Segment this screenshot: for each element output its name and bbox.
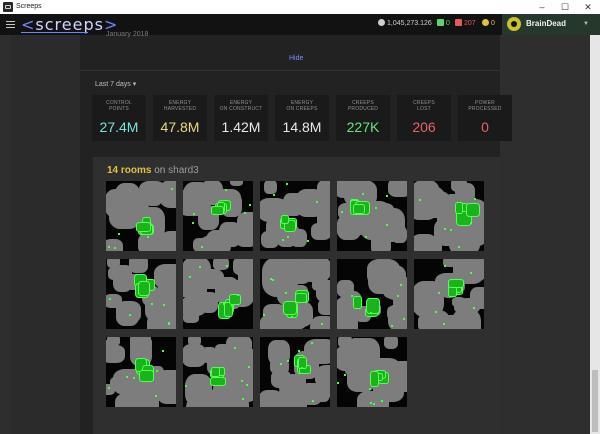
stat-card-value: 206 (412, 119, 436, 135)
rooms-title: 14 rooms on shard3 (107, 165, 199, 176)
stat-card-label-line: POINTS (109, 106, 129, 112)
avatar (507, 17, 521, 31)
stat-card: ENERGY ON CREEPS 14.8M (275, 95, 329, 141)
stat-card-value: 0 (481, 119, 489, 135)
user-menu[interactable]: BrainDead ▼ (502, 14, 600, 35)
room-thumbnail[interactable] (337, 337, 407, 407)
rooms-count: 14 rooms (107, 165, 152, 176)
room-thumbnail[interactable] (106, 259, 176, 329)
stat-card-label: CREEPS LOST (397, 100, 451, 112)
stat-card: POWER PROCESSED 0 (458, 95, 512, 141)
stat-card-value: 27.4M (99, 119, 139, 135)
cpu-icon (437, 19, 444, 26)
stat-card-label-line: LOST (417, 106, 431, 112)
stat-card: CREEPS LOST 206 (397, 95, 451, 141)
stat-card-label-line: ON CREEPS (286, 106, 318, 112)
room-thumbnail[interactable] (183, 181, 253, 251)
gcl-stat[interactable]: 0 (482, 19, 495, 29)
stat-card-label: ENERGY ON CREEPS (275, 100, 329, 112)
stat-card-value: 47.8M (160, 119, 200, 135)
stat-card: ENERGY HARVESTED 47.8M (153, 95, 207, 141)
stat-card: CREEPS PRODUCED 227K (336, 95, 390, 141)
room-thumbnail[interactable] (260, 181, 330, 251)
hide-link[interactable]: Hide (289, 55, 303, 62)
stat-card: ENERGY ON CONSTRUCT 1.42M (214, 95, 268, 141)
stat-card-label: POWER PROCESSED (458, 100, 512, 112)
scrollbar[interactable] (590, 35, 600, 434)
menu-icon[interactable] (6, 21, 15, 28)
chevron-down-icon: ▼ (583, 21, 589, 27)
stat-card-value: 1.42M (221, 119, 261, 135)
right-gutter (500, 35, 590, 434)
rooms-on-label: on (151, 165, 169, 176)
divider (80, 70, 500, 71)
room-thumbnail[interactable] (183, 259, 253, 329)
date-label: January 2018 (106, 31, 149, 38)
bucket-icon (455, 19, 462, 26)
bucket-stat[interactable]: 207 (455, 19, 476, 29)
time-range-dropdown[interactable]: Last 7 days ▾ (95, 80, 136, 88)
window-titlebar: Screeps – ☐ ✕ (0, 0, 600, 15)
app-icon (3, 2, 13, 12)
room-thumbnail[interactable] (337, 181, 407, 251)
window-title: Screeps (16, 3, 42, 10)
room-thumbnail[interactable] (337, 259, 407, 329)
maximize-button[interactable]: ☐ (554, 0, 576, 14)
room-thumbnail[interactable] (106, 181, 176, 251)
gcl-icon (482, 19, 489, 26)
username: BrainDead (526, 19, 567, 28)
stat-card-label-line: PROCESSED (468, 106, 502, 112)
stat-card-label: ENERGY ON CONSTRUCT (214, 100, 268, 112)
room-thumbnail[interactable] (260, 337, 330, 407)
scrollbar-thumb[interactable] (592, 370, 598, 432)
room-thumbnail[interactable] (414, 259, 484, 329)
stat-card-label: CREEPS PRODUCED (336, 100, 390, 112)
stat-card-label-line: PRODUCED (347, 106, 379, 112)
gcl-value: 0 (491, 20, 495, 27)
stat-card: CONTROL POINTS 27.4M (92, 95, 146, 141)
room-thumbnail[interactable] (260, 259, 330, 329)
bucket-value: 207 (464, 20, 476, 27)
stat-card-label-line: ON CONSTRUCT (219, 106, 263, 112)
stat-card-value: 14.8M (282, 119, 322, 135)
screeps-logo[interactable]: <screeps> (21, 15, 118, 34)
room-thumbnail[interactable] (183, 337, 253, 407)
credits-icon (378, 19, 385, 26)
room-thumbnail[interactable] (106, 337, 176, 407)
stat-card-label-line: HARVESTED (163, 106, 197, 112)
room-thumbnail[interactable] (414, 181, 484, 251)
cpu-value: 0 (446, 20, 450, 27)
overview-content: January 2018 Hide Last 7 days ▾ CONTROL P… (80, 31, 512, 434)
credits-value: 1,045,273.126 (387, 20, 432, 27)
shard-name: shard3 (168, 165, 199, 176)
stat-card-label: ENERGY HARVESTED (153, 100, 207, 112)
stat-card-label: CONTROL POINTS (92, 100, 146, 112)
rooms-panel: 14 rooms on shard3 (93, 157, 500, 434)
credits-stat[interactable]: 1,045,273.126 (378, 19, 432, 29)
close-button[interactable]: ✕ (577, 0, 599, 14)
left-gutter (0, 35, 10, 434)
minimize-button[interactable]: – (531, 0, 553, 14)
stat-card-value: 227K (346, 119, 380, 135)
cpu-stat[interactable]: 0 (437, 19, 450, 29)
